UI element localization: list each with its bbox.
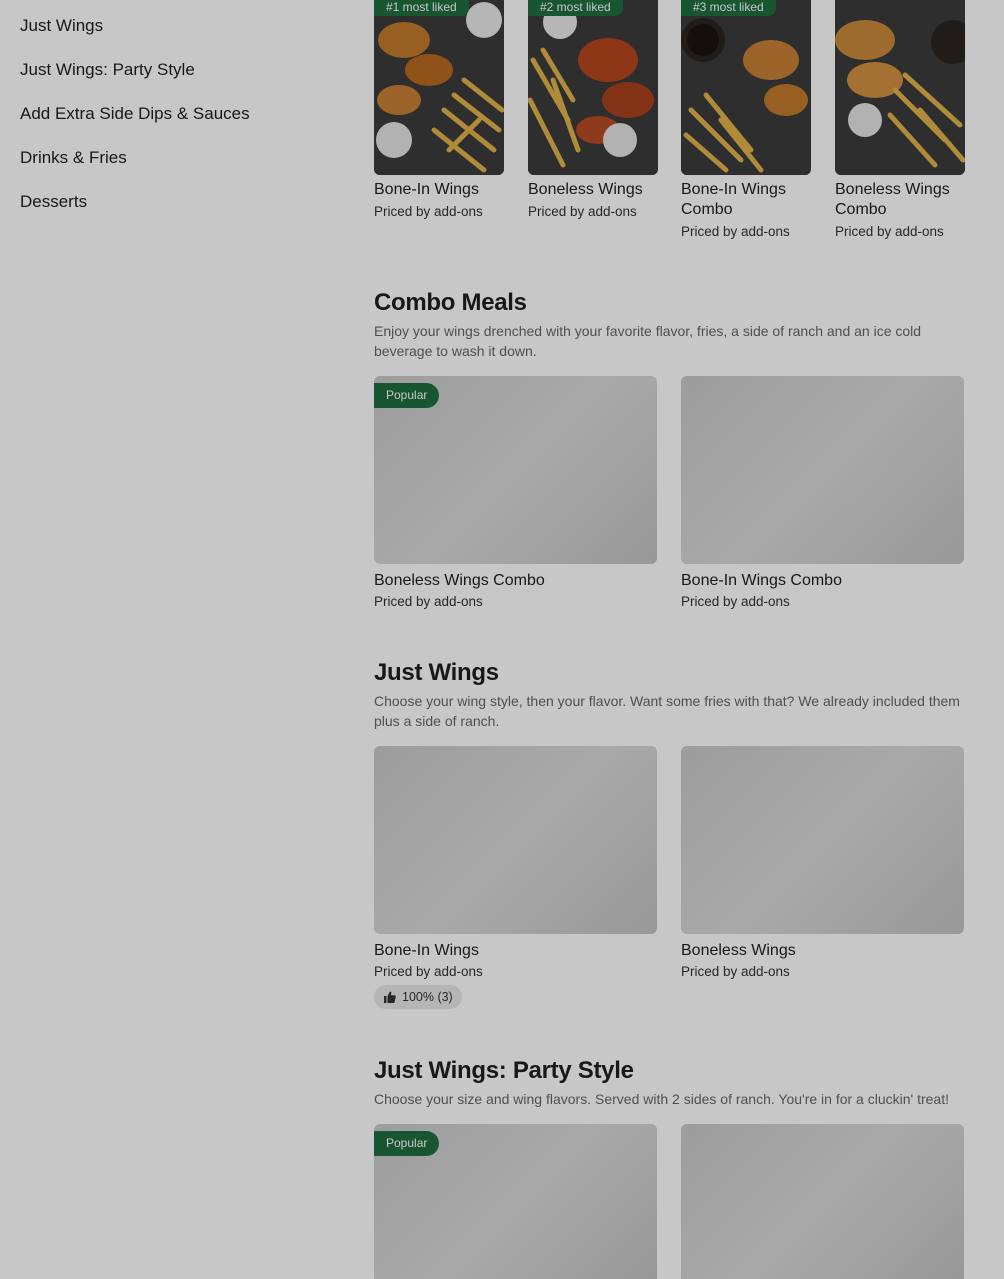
sidebar-item-side-dips[interactable]: Add Extra Side Dips & Sauces [20, 104, 250, 124]
most-liked-badge: #2 most liked [528, 0, 623, 16]
page: Just Wings Just Wings: Party Style Add E… [0, 0, 1004, 1279]
wings-photo-icon [528, 0, 658, 175]
featured-items-row: #1 most liked Bone-In Wings Priced by ad… [374, 0, 974, 250]
item-image-placeholder: Popular [374, 376, 657, 564]
section-title-party-style: Just Wings: Party Style [374, 1057, 634, 1084]
sidebar-item-desserts[interactable]: Desserts [20, 192, 87, 212]
wings-combo-photo-icon [835, 0, 965, 175]
menu-item-card[interactable] [681, 1124, 964, 1279]
featured-item-card[interactable]: #2 most liked Boneless Wings Priced by a… [528, 0, 658, 219]
menu-item-card[interactable]: Popular Boneless Wings Combo Priced by a… [374, 376, 657, 609]
wings-photo-icon [374, 0, 504, 175]
popular-badge: Popular [374, 383, 440, 408]
menu-item-card[interactable]: Boneless Wings Priced by add-ons [681, 746, 964, 979]
item-price: Priced by add-ons [681, 964, 790, 979]
section-description: Choose your wing style, then your flavor… [374, 693, 960, 729]
sidebar-item-party-style[interactable]: Just Wings: Party Style [20, 60, 195, 80]
item-name: Bone-In Wings Combo [681, 181, 786, 218]
thumbs-up-icon [384, 991, 396, 1003]
section-title-just-wings: Just Wings [374, 659, 499, 686]
section-description: Enjoy your wings drenched with your favo… [374, 323, 922, 359]
item-price: Priced by add-ons [374, 204, 483, 219]
item-image-placeholder [374, 746, 657, 934]
section-title-combo-meals: Combo Meals [374, 289, 527, 316]
item-name: Bone-In Wings Combo [681, 572, 842, 589]
item-image: #2 most liked [528, 0, 658, 175]
item-image-placeholder [681, 1124, 964, 1279]
item-name: Boneless Wings [681, 942, 796, 959]
menu-item-card[interactable]: Bone-In Wings Priced by add-ons 100% (3) [374, 746, 657, 1009]
item-name: Boneless Wings Combo [374, 572, 545, 589]
sidebar-item-drinks-fries[interactable]: Drinks & Fries [20, 148, 127, 168]
sidebar-item-just-wings[interactable]: Just Wings [20, 16, 103, 36]
item-price: Priced by add-ons [374, 594, 483, 609]
item-price: Priced by add-ons [681, 224, 790, 239]
featured-item-card[interactable]: #3 most liked Bone-In Wings Combo Priced… [681, 0, 811, 239]
featured-item-card[interactable]: #1 most liked Bone-In Wings Priced by ad… [374, 0, 504, 219]
item-price: Priced by add-ons [681, 594, 790, 609]
item-image: #3 most liked [681, 0, 811, 175]
item-image: #1 most liked [374, 0, 504, 175]
item-name: Bone-In Wings [374, 942, 479, 959]
item-image-placeholder: Popular [374, 1124, 657, 1279]
item-price: Priced by add-ons [528, 204, 637, 219]
item-image-placeholder [681, 376, 964, 564]
popular-badge: Popular [374, 1131, 440, 1156]
most-liked-badge: #3 most liked [681, 0, 776, 16]
featured-item-card[interactable]: Boneless Wings Combo Priced by add-ons [835, 0, 965, 239]
item-price: Priced by add-ons [835, 224, 944, 239]
section-description: Choose your size and wing flavors. Serve… [374, 1091, 949, 1107]
menu-item-card[interactable]: Popular [374, 1124, 657, 1279]
rating-text: 100% (3) [402, 990, 453, 1004]
most-liked-badge: #1 most liked [374, 0, 469, 16]
rating-badge: 100% (3) [374, 985, 462, 1009]
item-price: Priced by add-ons [374, 964, 483, 979]
item-name: Bone-In Wings [374, 181, 479, 198]
menu-item-card[interactable]: Bone-In Wings Combo Priced by add-ons [681, 376, 964, 609]
item-name: Boneless Wings [528, 181, 643, 198]
item-name: Boneless Wings Combo [835, 181, 950, 218]
wings-combo-photo-icon [681, 0, 811, 175]
item-image [835, 0, 965, 175]
item-image-placeholder [681, 746, 964, 934]
